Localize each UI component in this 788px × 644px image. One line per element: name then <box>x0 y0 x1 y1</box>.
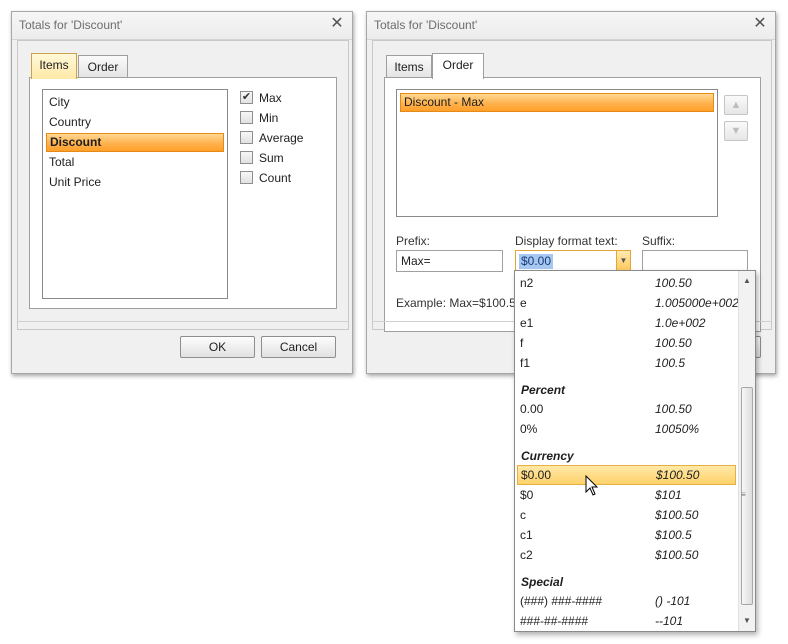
tab-items[interactable]: Items <box>31 53 77 79</box>
prefix-field[interactable]: Max= <box>396 250 503 272</box>
list-item[interactable]: Country <box>46 113 224 132</box>
dropdown-option[interactable]: e1 1.0e+002 <box>517 313 736 333</box>
format-dropdown-list[interactable]: n2 100.50 e 1.005000e+002 e1 1.0e+002 f 100.50 f… <box>514 270 756 632</box>
ok-button[interactable]: OK <box>180 336 255 358</box>
min-checkbox[interactable] <box>240 111 253 124</box>
option-format: n2 <box>520 276 534 290</box>
option-example: 1.005000e+002 <box>655 296 739 310</box>
mouse-cursor-icon <box>585 475 599 496</box>
footer-divider <box>17 321 349 322</box>
display-format-value[interactable]: $0.00 <box>519 254 554 269</box>
count-label: Count <box>259 171 292 185</box>
average-checkbox[interactable] <box>240 131 253 144</box>
max-label: Max <box>259 91 282 105</box>
example-text: Example: Max=$100.50 <box>396 296 523 310</box>
option-format: c1 <box>520 528 533 542</box>
dropdown-option-selected[interactable]: $0.00 $100.50 <box>517 465 736 485</box>
option-example: 100.50 <box>655 276 692 290</box>
suffix-field[interactable] <box>642 250 748 272</box>
option-format: c <box>520 508 526 522</box>
dropdown-option[interactable]: ###-##-#### --101 <box>517 611 736 631</box>
list-item[interactable]: City <box>46 93 224 112</box>
option-example: 100.50 <box>655 402 692 416</box>
dropdown-option[interactable]: 0% 10050% <box>517 419 736 439</box>
chevron-down-icon[interactable]: ▼ <box>616 251 630 271</box>
option-format: f <box>520 336 524 350</box>
option-example: 100.50 <box>655 336 692 350</box>
suffix-label: Suffix: <box>642 234 676 248</box>
option-format: 0.00 <box>520 402 544 416</box>
option-example: $100.50 <box>655 548 699 562</box>
totals-dialog-items: Totals for 'Discount' ✕ Items Order City… <box>11 11 353 374</box>
option-format: (###) ###-#### <box>520 594 603 608</box>
display-format-combobox[interactable]: $0.00 ▼ <box>515 250 631 272</box>
option-format: e1 <box>520 316 534 330</box>
sum-checkbox[interactable] <box>240 151 253 164</box>
prefix-label: Prefix: <box>396 234 431 248</box>
dialog-title-bar[interactable]: Totals for 'Discount' ✕ <box>12 12 352 40</box>
dropdown-option[interactable]: f 100.50 <box>517 333 736 353</box>
order-listbox[interactable]: Discount - Max <box>396 89 718 217</box>
option-example: $100.50 <box>656 468 700 482</box>
dropdown-option[interactable]: c $100.50 <box>517 505 736 525</box>
dialog-title: Totals for 'Discount' <box>19 18 123 32</box>
tab-order[interactable]: Order <box>432 53 484 79</box>
close-icon[interactable]: ✕ <box>750 14 770 34</box>
dialog-title-bar[interactable]: Totals for 'Discount' ✕ <box>367 12 775 40</box>
list-item-selected[interactable]: Discount <box>46 133 224 152</box>
dropdown-option[interactable]: 0.00 100.50 <box>517 399 736 419</box>
sum-label: Sum <box>259 151 284 165</box>
max-checkbox[interactable]: ✔ <box>240 91 253 104</box>
dropdown-scrollbar[interactable]: ▲ ≡ ▼ <box>738 271 755 631</box>
dropdown-group-header: Currency <box>521 449 574 463</box>
dropdown-option[interactable]: c2 $100.50 <box>517 545 736 565</box>
min-label: Min <box>259 111 279 125</box>
dropdown-option[interactable]: c1 $100.5 <box>517 525 736 545</box>
cancel-button[interactable]: Cancel <box>261 336 336 358</box>
dropdown-option[interactable]: $0 $101 <box>517 485 736 505</box>
option-example: 100.5 <box>655 356 686 370</box>
dialog-title: Totals for 'Discount' <box>374 18 478 32</box>
option-example: $100.50 <box>655 508 699 522</box>
display-format-label: Display format text: <box>515 234 618 248</box>
option-format: e <box>520 296 527 310</box>
average-label: Average <box>259 131 304 145</box>
move-up-icon[interactable]: ▲ <box>724 95 748 115</box>
tab-items[interactable]: Items <box>386 55 432 77</box>
dropdown-group-header: Special <box>521 575 564 589</box>
list-item-selected[interactable]: Discount - Max <box>400 93 714 112</box>
option-example: 1.0e+002 <box>655 316 706 330</box>
close-icon[interactable]: ✕ <box>327 14 347 34</box>
dropdown-option[interactable]: n2 100.50 <box>517 273 736 293</box>
dropdown-option[interactable]: e 1.005000e+002 <box>517 293 739 313</box>
count-checkbox[interactable] <box>240 171 253 184</box>
items-tab-panel: City Country Discount Total Unit Price ✔… <box>29 77 337 309</box>
fields-listbox[interactable]: City Country Discount Total Unit Price <box>42 89 228 299</box>
option-example: $101 <box>655 488 682 502</box>
option-format: $0 <box>520 488 534 502</box>
option-format: 0% <box>520 422 538 436</box>
dropdown-option[interactable]: f1 100.5 <box>517 353 736 373</box>
dropdown-option[interactable]: (###) ###-#### () -101 <box>517 591 736 611</box>
scroll-up-icon[interactable]: ▲ <box>739 273 755 289</box>
option-example: () -101 <box>655 594 691 608</box>
list-item[interactable]: Total <box>46 153 224 172</box>
tab-order[interactable]: Order <box>78 55 128 77</box>
option-example: $100.5 <box>655 528 692 542</box>
option-example: --101 <box>655 614 684 628</box>
option-format: c2 <box>520 548 533 562</box>
move-down-icon[interactable]: ▼ <box>724 121 748 141</box>
option-format: f1 <box>520 356 531 370</box>
scroll-down-icon[interactable]: ▼ <box>739 613 755 629</box>
grip-icon: ≡ <box>741 490 746 499</box>
option-example: 10050% <box>655 422 700 436</box>
option-format: $0.00 <box>521 468 552 482</box>
option-format: ###-##-#### <box>520 614 589 628</box>
list-item[interactable]: Unit Price <box>46 173 224 192</box>
dropdown-group-header: Percent <box>521 383 566 397</box>
